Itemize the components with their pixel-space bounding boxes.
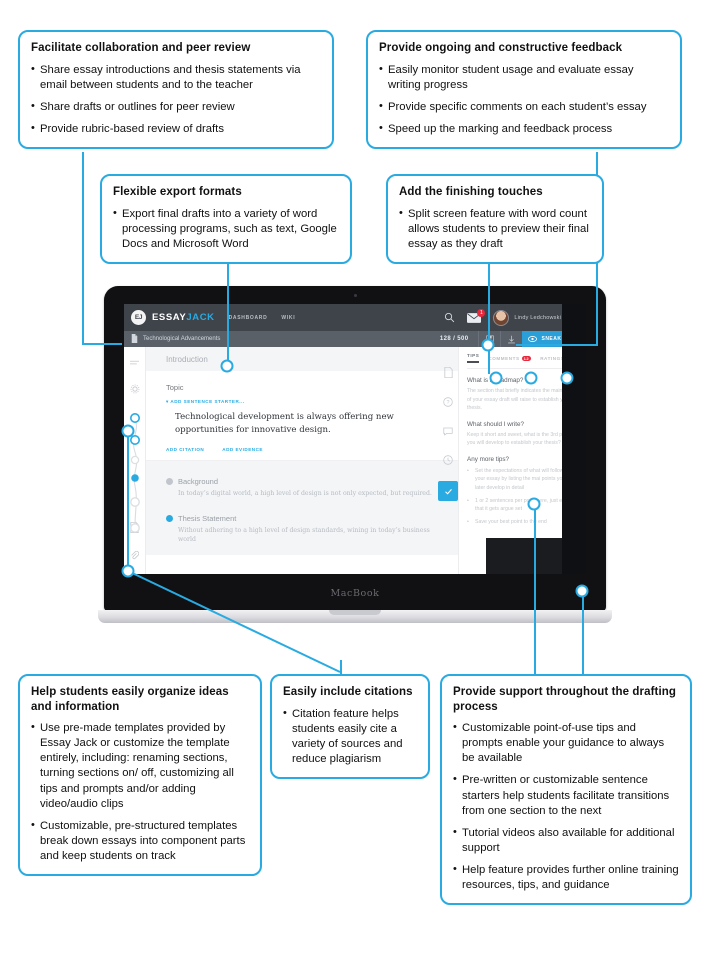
callout-bullet: Tutorial videos also available for addit… [453,825,679,856]
callout-bullet: Citation feature helps students easily c… [283,706,417,767]
callout-bullet: Share essay introductions and thesis sta… [31,62,321,93]
callout-export: Flexible export formats Export final dra… [100,174,352,264]
callout-bullet: Help feature provides further online tra… [453,862,679,893]
callout-organize: Help students easily organize ideas and … [18,674,262,876]
callout-list: Use pre-made templates provided by Essay… [31,720,249,864]
callout-bullet: Provide rubric-based review of drafts [31,121,321,137]
callout-title: Provide ongoing and constructive feedbac… [379,42,623,54]
callout-bullet: Share drafts or outlines for peer review [31,99,321,115]
callout-bullet: Provide specific comments on each studen… [379,99,669,115]
callout-citations: Easily include citations Citation featur… [270,674,430,779]
callout-bullet: Use pre-made templates provided by Essay… [31,720,249,811]
callout-title: Provide support throughout the drafting … [453,686,677,713]
callout-title: Flexible export formats [113,186,242,198]
callout-bullet: Easily monitor student usage and evaluat… [379,62,669,93]
callout-finishing: Add the finishing touches Split screen f… [386,174,604,264]
callout-title: Help students easily organize ideas and … [31,686,229,713]
callout-title: Add the finishing touches [399,186,543,198]
callout-bullet: Speed up the marking and feedback proces… [379,121,669,137]
callout-title: Easily include citations [283,686,413,698]
callout-list: Split screen feature with word count all… [399,206,591,252]
callout-list: Easily monitor student usage and evaluat… [379,62,669,137]
callout-title: Facilitate collaboration and peer review [31,42,251,54]
callout-collaboration: Facilitate collaboration and peer review… [18,30,334,149]
callout-bullet: Customizable, pre-structured templates b… [31,818,249,864]
callout-bullet: Customizable point-of-use tips and promp… [453,720,679,766]
callout-bullet: Pre-written or customizable sentence sta… [453,772,679,818]
callout-feedback: Provide ongoing and constructive feedbac… [366,30,682,149]
callout-support: Provide support throughout the drafting … [440,674,692,905]
callout-bullet: Export final drafts into a variety of wo… [113,206,339,252]
callout-list: Export final drafts into a variety of wo… [113,206,339,252]
callout-list: Share essay introductions and thesis sta… [31,62,321,137]
callout-list: Citation feature helps students easily c… [283,706,417,767]
callout-list: Customizable point-of-use tips and promp… [453,720,679,893]
infographic-root: EJ ESSAYJACK DASHBOARD WIKI 1 Lindy Ledc… [0,0,709,955]
callout-bullet: Split screen feature with word count all… [399,206,591,252]
